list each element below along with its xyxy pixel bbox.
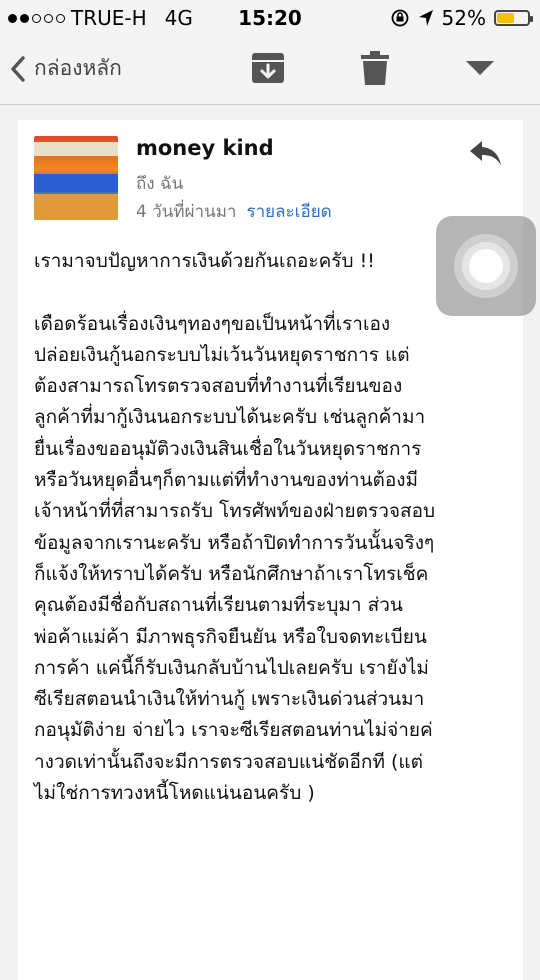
battery-icon xyxy=(494,10,533,26)
location-arrow-icon xyxy=(418,10,433,26)
delete-button[interactable] xyxy=(355,48,395,88)
reply-icon xyxy=(470,141,501,165)
recipient: ถึง ฉัน xyxy=(136,174,184,194)
chevron-down-icon xyxy=(466,61,494,75)
back-button[interactable]: กล่องหลัก xyxy=(10,52,122,85)
email-meta: 4 วันที่ผ่านมา รายละเอียด xyxy=(136,198,332,225)
archive-button[interactable] xyxy=(248,48,288,88)
status-bar: TRUE-H 4G 15:20 52% xyxy=(0,0,540,34)
assistive-touch-icon xyxy=(469,249,503,283)
email-body: เรามาจบปัญหาการเงินด้วยกันเถอะครับ !! เด… xyxy=(34,250,436,805)
navigation-bar: กล่องหลัก xyxy=(0,34,540,105)
chevron-left-icon xyxy=(11,55,25,82)
details-link[interactable]: รายละเอียด xyxy=(246,202,331,222)
archive-icon xyxy=(252,53,284,83)
back-label: กล่องหลัก xyxy=(34,56,122,80)
more-button[interactable] xyxy=(460,48,500,88)
status-right: 52% xyxy=(390,6,533,30)
email-date: 4 วันที่ผ่านมา xyxy=(136,202,237,222)
avatar-banner xyxy=(34,142,118,156)
assistive-touch-button[interactable] xyxy=(436,216,536,316)
reply-button[interactable] xyxy=(468,138,504,168)
sender-avatar xyxy=(34,136,118,220)
battery-percent: 52% xyxy=(441,6,486,30)
trash-icon xyxy=(361,51,389,85)
sender-name: money kind xyxy=(136,136,274,160)
rotation-lock-icon xyxy=(391,9,408,27)
